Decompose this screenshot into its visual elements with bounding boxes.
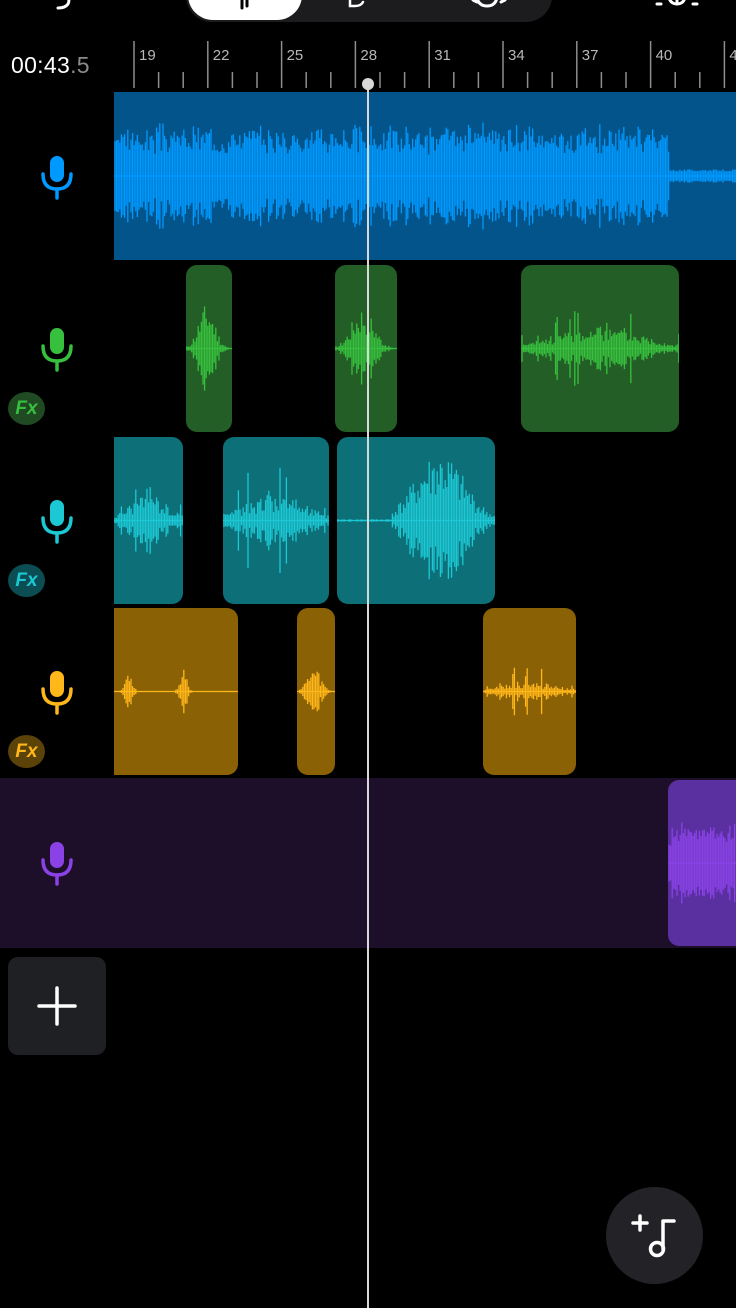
- fx-label: Fx: [15, 569, 38, 591]
- waveform: [521, 311, 679, 386]
- ruler-label: 19: [139, 47, 156, 64]
- audio-clip[interactable]: [297, 608, 335, 775]
- share-icon[interactable]: [655, 0, 699, 12]
- ruler-label: 31: [434, 47, 451, 64]
- waveform-icon: [240, 0, 249, 10]
- waveform: [114, 487, 183, 554]
- audio-clip[interactable]: [186, 265, 232, 432]
- waveform-path: [337, 461, 495, 580]
- fx-label: Fx: [15, 397, 38, 419]
- audio-clip[interactable]: [483, 608, 576, 775]
- add-music-icon: [631, 1214, 676, 1258]
- waveform: [114, 669, 238, 714]
- track-4-header[interactable]: Fx: [0, 607, 114, 775]
- time-fraction: .5: [70, 52, 90, 78]
- audio-clip[interactable]: [337, 437, 495, 604]
- ruler-label: 37: [582, 47, 599, 64]
- mode-tab-settings[interactable]: [471, 0, 511, 18]
- timeline-ruler[interactable]: 19 22 25 28 31 34 37 40 4: [114, 36, 736, 92]
- track-1-header[interactable]: [0, 92, 114, 260]
- add-track-button[interactable]: [8, 957, 106, 1055]
- waveform-path: [114, 669, 238, 714]
- track-3-header[interactable]: Fx: [0, 436, 114, 604]
- waveform-path: [483, 667, 576, 716]
- microphone-icon[interactable]: [38, 669, 76, 715]
- undo-icon[interactable]: [48, 0, 78, 12]
- ruler-label: 28: [360, 47, 377, 64]
- waveform-path: [297, 671, 335, 712]
- waveform-path: [223, 468, 329, 573]
- mode-segmented-control: [186, 0, 552, 22]
- ruler-label: 22: [213, 47, 230, 64]
- waveform: [297, 671, 335, 712]
- ruler-label: 25: [287, 47, 304, 64]
- ruler-label: 4: [729, 47, 736, 64]
- ruler-label: 34: [508, 47, 525, 64]
- waveform-path: [114, 122, 736, 230]
- waveform: [186, 306, 232, 391]
- waveform: [483, 667, 576, 716]
- mode-tab-tracks[interactable]: [188, 0, 302, 20]
- microphone-icon[interactable]: [38, 498, 76, 544]
- waveform-path: [668, 822, 736, 904]
- top-toolbar: [0, 0, 736, 30]
- audio-clip[interactable]: [668, 780, 736, 946]
- fx-badge[interactable]: Fx: [8, 392, 45, 425]
- playhead[interactable]: [367, 84, 369, 1308]
- fx-badge[interactable]: Fx: [8, 735, 45, 768]
- fx-badge[interactable]: Fx: [8, 564, 45, 597]
- microphone-icon[interactable]: [38, 326, 76, 372]
- audio-clip[interactable]: [114, 92, 736, 260]
- waveform: [114, 122, 736, 230]
- plus-icon: [37, 986, 77, 1026]
- audio-clip[interactable]: [223, 437, 329, 604]
- audio-clip[interactable]: [114, 437, 183, 604]
- waveform: [668, 822, 736, 904]
- waveform-path: [186, 306, 232, 391]
- audio-clip[interactable]: [114, 608, 238, 775]
- waveform-path: [114, 487, 183, 554]
- playhead-handle[interactable]: [362, 78, 374, 90]
- waveform-path: [521, 311, 679, 386]
- ruler-label: 40: [656, 47, 673, 64]
- fx-label: Fx: [15, 740, 38, 762]
- mode-tab-comments[interactable]: [346, 0, 376, 20]
- track-5-header[interactable]: [0, 778, 114, 948]
- track-2-header[interactable]: Fx: [0, 264, 114, 432]
- waveform: [335, 311, 397, 386]
- add-music-button[interactable]: [606, 1187, 703, 1284]
- audio-clip[interactable]: [521, 265, 679, 432]
- waveform: [337, 461, 495, 580]
- waveform: [223, 468, 329, 573]
- time-display: 00:43.5: [11, 52, 90, 79]
- time-main: 00:43: [11, 52, 71, 78]
- microphone-icon[interactable]: [38, 840, 76, 886]
- microphone-icon[interactable]: [38, 154, 76, 200]
- audio-clip[interactable]: [335, 265, 397, 432]
- waveform-path: [335, 311, 397, 386]
